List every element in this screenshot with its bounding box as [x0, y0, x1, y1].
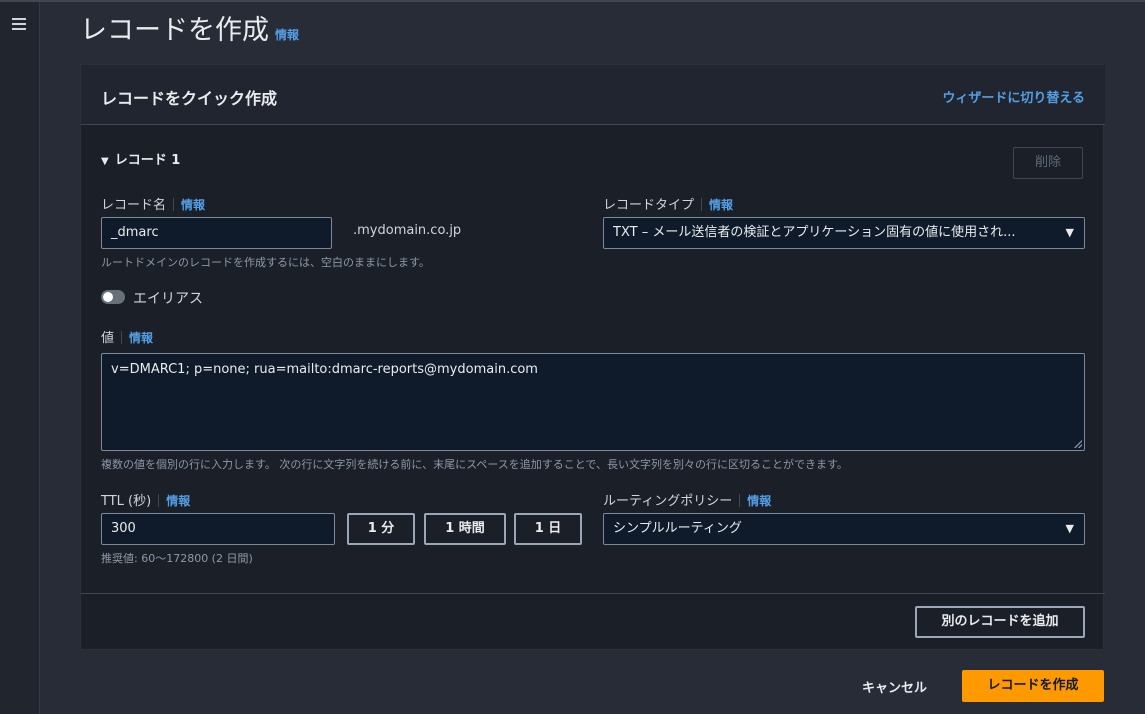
routing-policy-info-link[interactable]: 情報: [747, 494, 771, 508]
routing-policy-value: シンプルルーティング: [613, 521, 742, 536]
record-type-value: TXT – メール送信者の検証とアプリケーション固有の値に使用され...: [613, 225, 1016, 240]
create-records-button[interactable]: レコードを作成: [962, 670, 1104, 702]
domain-suffix: .mydomain.co.jp: [353, 223, 462, 238]
panel-footer-divider: [81, 593, 1105, 594]
record-type-label-text: レコードタイプ: [603, 198, 695, 213]
routing-policy-label: ルーティングポリシー 情報: [603, 490, 771, 509]
value-text: v=DMARC1; p=none; rua=mailto:dmarc-repor…: [111, 362, 538, 377]
ttl-preset-1-minute[interactable]: 1 分: [347, 513, 415, 545]
ttl-label: TTL (秒) 情報: [101, 490, 190, 509]
ttl-preset-1-hour[interactable]: 1 時間: [424, 513, 506, 545]
delete-button[interactable]: 削除: [1013, 147, 1083, 179]
record-type-info-link[interactable]: 情報: [709, 198, 733, 212]
value-hint: 複数の値を個別の行に入力します。 次の行に文字列を続ける前に、末尾にスペースを追…: [101, 458, 848, 471]
value-label-text: 値: [101, 331, 115, 346]
switch-to-wizard-link[interactable]: ウィザードに切り替える: [942, 87, 1085, 106]
value-label: 値情報: [101, 327, 153, 346]
alias-toggle[interactable]: [101, 290, 125, 304]
top-border: [0, 0, 1145, 2]
ttl-input[interactable]: 300: [101, 513, 335, 545]
panel-title: レコードをクイック作成: [101, 89, 278, 108]
record-name-label-text: レコード名: [101, 198, 167, 213]
sidebar: [0, 2, 40, 714]
resize-handle-icon[interactable]: [1074, 440, 1082, 448]
page-info-link[interactable]: 情報: [275, 28, 299, 42]
record-type-label: レコードタイプ 情報: [603, 194, 733, 213]
ttl-hint: 推奨値: 60～172800 (2 日間): [101, 552, 253, 565]
routing-policy-select[interactable]: シンプルルーティング ▼: [603, 513, 1085, 545]
cancel-button[interactable]: キャンセル: [862, 677, 927, 696]
page-title: レコードを作成 情報: [80, 8, 299, 47]
record-section-label: レコード 1: [114, 153, 181, 168]
add-another-record-button[interactable]: 別のレコードを追加: [915, 606, 1085, 638]
ttl-label-text: TTL (秒): [101, 494, 152, 509]
record-name-label: レコード名 情報: [101, 194, 205, 213]
value-textarea[interactable]: v=DMARC1; p=none; rua=mailto:dmarc-repor…: [101, 353, 1085, 451]
record-name-input[interactable]: _dmarc: [101, 217, 332, 249]
record-name-info-link[interactable]: 情報: [181, 198, 205, 212]
routing-policy-label-text: ルーティングポリシー: [603, 494, 733, 509]
page-title-text: レコードを作成: [80, 15, 269, 46]
caret-down-icon: ▼: [1065, 226, 1074, 239]
record-section-toggle[interactable]: ▼ レコード 1: [101, 149, 180, 168]
alias-label: エイリアス: [133, 291, 203, 307]
quick-create-panel: レコードをクイック作成 ウィザードに切り替える ▼ レコード 1 削除 レコード名…: [80, 64, 1105, 650]
ttl-preset-1-day[interactable]: 1 日: [514, 513, 582, 545]
triangle-down-icon: ▼: [101, 156, 109, 167]
caret-down-icon: ▼: [1065, 522, 1074, 535]
alias-toggle-knob: [103, 292, 113, 302]
record-type-select[interactable]: TXT – メール送信者の検証とアプリケーション固有の値に使用され... ▼: [603, 217, 1085, 249]
record-name-hint: ルートドメインのレコードを作成するには、空白のままにします。: [101, 256, 430, 269]
value-info-link[interactable]: 情報: [129, 331, 153, 345]
menu-icon[interactable]: [12, 18, 26, 30]
panel-header: レコードをクイック作成 ウィザードに切り替える: [81, 65, 1105, 125]
ttl-info-link[interactable]: 情報: [166, 494, 190, 508]
